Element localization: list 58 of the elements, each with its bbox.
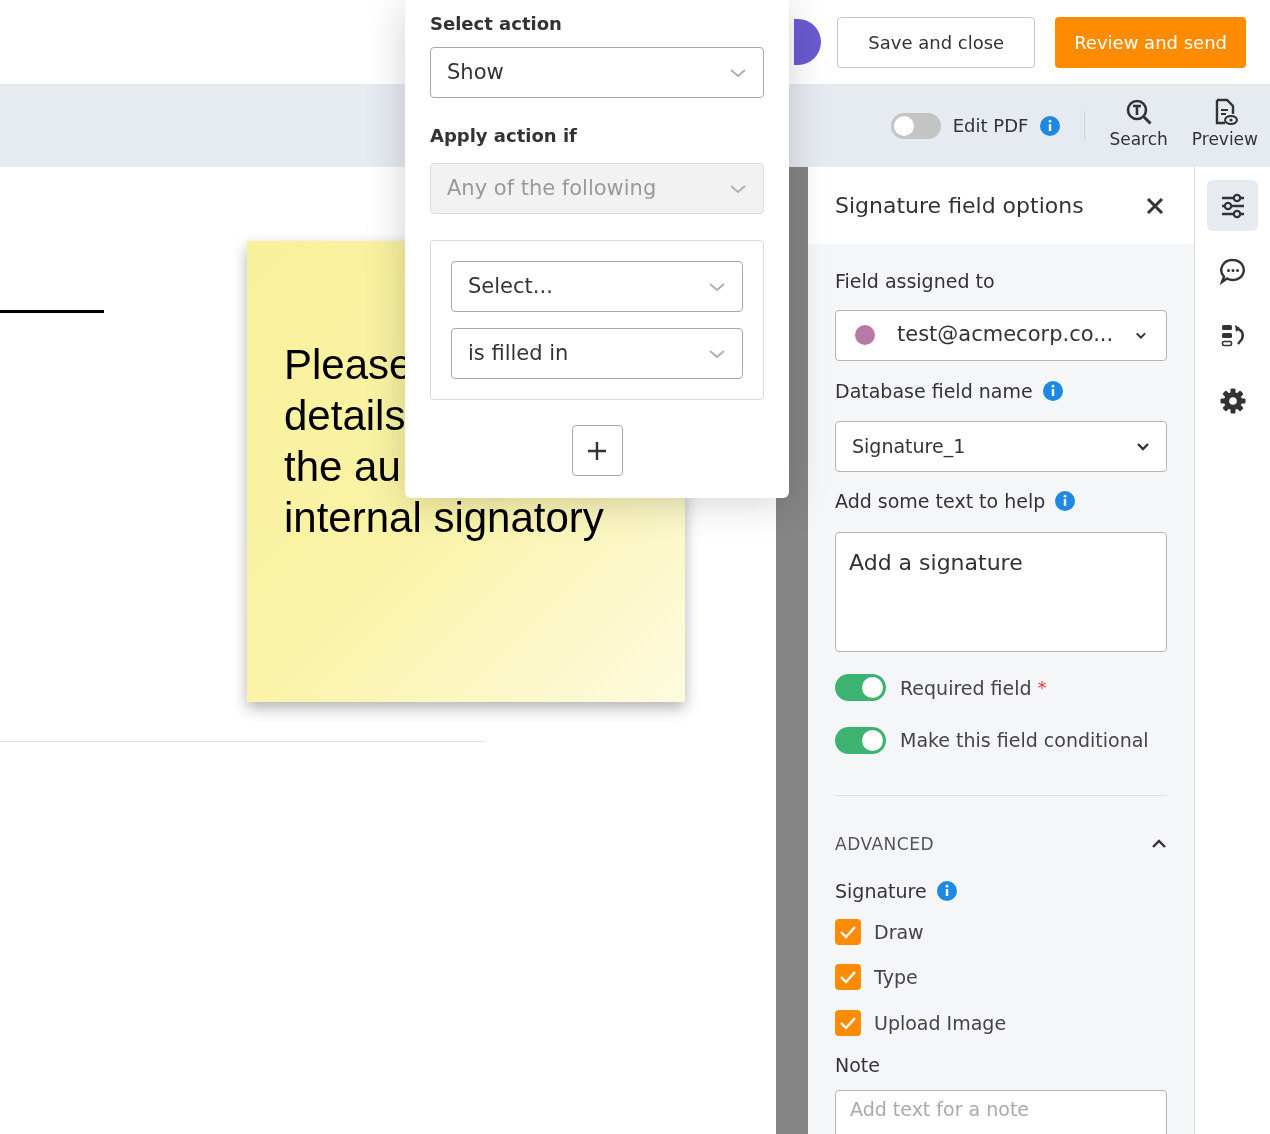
apply-action-label: Apply action if [430,124,578,148]
help-text-field[interactable]: Add a signature [835,531,1167,652]
advanced-heading: ADVANCED [835,832,934,856]
speech-bubble-icon [1218,256,1247,285]
assistant-icon[interactable] [794,19,822,65]
checkmark-icon [839,924,857,939]
save-and-close-button[interactable]: Save and close [837,16,1036,68]
checkbox-label: Upload Image [874,1010,1007,1036]
required-asterisk: * [1037,675,1047,700]
note-label: Note [835,1053,881,1078]
select-action-label: Select action [430,12,563,36]
add-rule-button[interactable] [571,425,623,476]
database-field-label: Database field name [835,378,1033,404]
toggle-switch[interactable] [835,674,886,702]
condition-type-dropdown[interactable]: is filled in [451,328,743,379]
database-field-dropdown[interactable]: Signature_1 [835,421,1167,472]
note-text-line: details [284,391,406,441]
assignee-dropdown[interactable]: test@acmecorp.co... [835,309,1167,361]
checkbox-label: Draw [874,919,924,945]
search-icon [1124,98,1153,127]
note-text-line: Please [284,340,413,390]
checkbox[interactable] [835,964,861,991]
field-dropdown[interactable]: Select... [451,261,743,312]
collapse-button[interactable] [1151,839,1167,850]
conditional-field-label: Make this field conditional [900,728,1149,753]
toggle-switch[interactable] [835,726,886,754]
search-button[interactable]: Search [1109,98,1168,153]
chevron-down-icon [729,183,747,194]
gear-icon [1218,386,1247,415]
checkbox-label: Type [874,965,918,990]
action-dropdown[interactable]: Show [430,47,764,98]
note-text-line: internal signatory [284,493,604,543]
edit-pdf-label: Edit PDF [952,114,1029,138]
help-text-label: Add some text to help [835,489,1046,514]
sliders-button[interactable] [1207,180,1258,231]
chevron-down-icon [1135,330,1147,340]
signature-label: Signature [835,879,927,904]
checkbox[interactable] [835,1009,861,1036]
chevron-down-icon [729,67,747,78]
chevron-down-icon [708,281,726,292]
note-field[interactable]: Add text for a note [835,1089,1167,1134]
note-text-line: the au [284,442,401,492]
info-icon[interactable] [936,881,957,902]
chevron-up-icon [1151,839,1167,850]
info-icon[interactable] [1042,380,1063,401]
preview-button[interactable]: Preview [1191,98,1258,153]
required-field-label: Required field [900,675,1032,701]
toggle-switch[interactable] [890,112,941,139]
checkmark-icon [839,970,857,985]
plus-icon [587,440,607,461]
panel-title: Signature field options [835,192,1084,220]
chevron-down-icon [1136,442,1150,451]
info-icon[interactable] [1040,115,1061,136]
field-assigned-label: Field assigned to [835,269,995,294]
info-icon[interactable] [1055,491,1076,512]
checkmark-icon [839,1015,857,1030]
chevron-down-icon [708,348,726,359]
checkbox[interactable] [835,918,861,945]
